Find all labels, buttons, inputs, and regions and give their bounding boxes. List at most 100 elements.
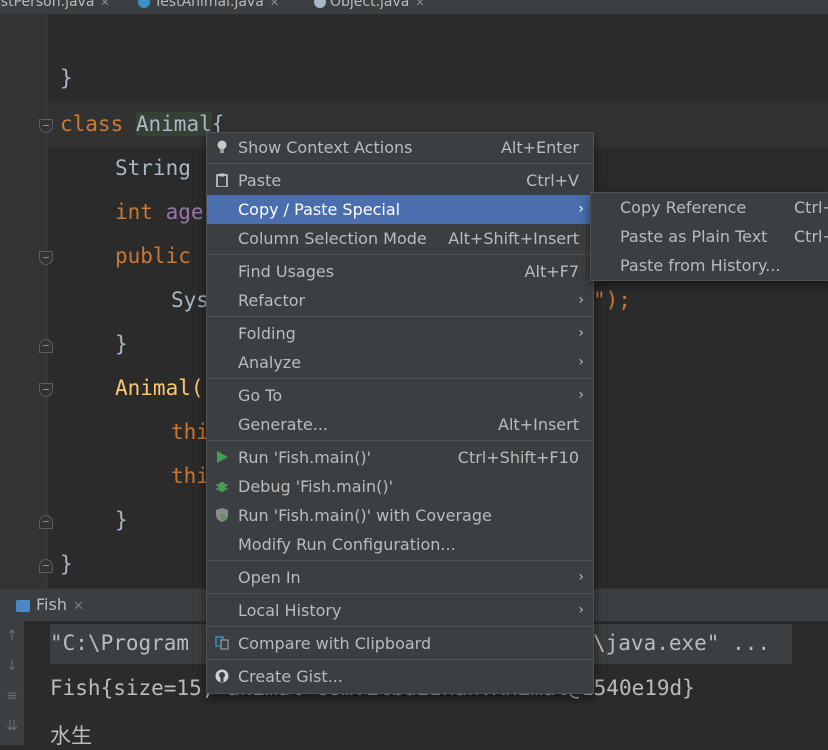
chevron-right-icon: › [578,354,584,370]
console-text: "C:\Program [50,631,190,655]
keyword-token: thi [171,420,209,444]
fold-marker[interactable] [39,339,53,353]
menu-separator [207,254,593,255]
menu-item-shortcut: Ctrl+Shift+F10 [457,448,579,467]
chevron-right-icon: › [578,292,584,308]
menu-item-shortcut: Ctrl+V [526,171,579,190]
fold-marker[interactable] [39,515,53,529]
code-line[interactable]: thi [171,464,209,488]
code-text: } [115,508,128,532]
code-line[interactable]: Animal( [115,376,204,400]
menu-item-analyze[interactable]: Analyze › [207,348,593,377]
arrow-up-icon[interactable]: ↑ [0,621,24,651]
arrow-down-icon[interactable]: ↓ [0,651,24,681]
menu-item-label: Modify Run Configuration... [238,535,456,554]
code-line[interactable]: class Animal{ [60,112,224,136]
run-tab-fish[interactable]: Fish ✕ [8,589,94,621]
menu-item-run[interactable]: Run 'Fish.main()' Ctrl+Shift+F10 [207,443,593,472]
github-icon [215,669,229,683]
menu-item-create-gist[interactable]: Create Gist... [207,662,593,691]
class-name-token: Animal [135,112,212,136]
code-text: "); [593,288,631,312]
menu-item-copy-paste-special[interactable]: Copy / Paste Special › [207,195,593,224]
menu-item-label: Run 'Fish.main()' with Coverage [238,506,492,525]
code-line[interactable]: } [60,552,73,576]
menu-item-run-coverage[interactable]: Run 'Fish.main()' with Coverage [207,501,593,530]
menu-item-modify-run-configuration[interactable]: Modify Run Configuration... [207,530,593,559]
tab-testanimal[interactable]: TestAnimal.java ✕ [138,0,279,14]
fold-marker[interactable] [39,559,53,573]
tab-label: TestPerson.java [0,0,95,10]
scroll-to-end-icon[interactable]: ⇊ [0,711,24,741]
console-text: 水生 [50,724,92,748]
menu-item-folding[interactable]: Folding › [207,319,593,348]
menu-item-label: Analyze [238,353,302,372]
menu-item-label: Go To [238,386,283,405]
menu-item-debug[interactable]: Debug 'Fish.main()' [207,472,593,501]
code-text: Sys [171,288,209,312]
close-icon[interactable]: ✕ [270,0,279,9]
type-token: String [115,156,191,180]
menu-item-local-history[interactable]: Local History › [207,596,593,625]
fold-marker[interactable] [39,383,53,397]
chevron-right-icon: › [578,325,584,341]
tab-testperson[interactable]: TestPerson.java ✕ [0,0,110,14]
menu-separator [207,560,593,561]
keyword-token: thi [171,464,209,488]
code-text: } [60,552,73,576]
chevron-right-icon: › [578,569,584,585]
close-icon[interactable]: ✕ [415,0,424,9]
menu-separator [207,163,593,164]
tab-object[interactable]: Object.java ✕ [314,0,425,14]
menu-item-compare-clipboard[interactable]: Compare with Clipboard [207,629,593,658]
menu-item-refactor[interactable]: Refactor › [207,286,593,315]
code-line[interactable]: int age [115,200,204,224]
menu-item-paste-from-history[interactable]: Paste from History... [591,251,828,280]
menu-item-label: Paste as Plain Text [620,227,768,246]
field-token: age [165,200,204,224]
editor-tab-strip: TestPerson.java ✕ TestAnimal.java ✕ Object… [0,0,828,14]
console-output-line: 水生 [50,720,92,750]
code-line[interactable]: public [115,244,191,268]
code-line-tail[interactable]: "); [593,288,631,312]
constructor-token: Animal( [115,376,204,400]
menu-item-column-selection-mode[interactable]: Column Selection Mode Alt+Shift+Insert [207,224,593,253]
menu-item-paste-plain-text[interactable]: Paste as Plain Text Ctrl+ [591,222,828,251]
copy-paste-special-submenu: Copy Reference Ctrl+ Paste as Plain Text… [590,192,828,281]
menu-item-shortcut: Alt+Insert [498,415,579,434]
menu-item-paste[interactable]: Paste Ctrl+V [207,166,593,195]
menu-item-label: Debug 'Fish.main()' [238,477,394,496]
menu-item-go-to[interactable]: Go To › [207,381,593,410]
close-icon[interactable]: ✕ [73,599,84,614]
menu-item-label: Copy / Paste Special [238,200,401,219]
editor-context-menu: Show Context Actions Alt+Enter Paste Ctr… [206,132,594,694]
fold-marker[interactable] [39,119,53,133]
menu-item-find-usages[interactable]: Find Usages Alt+F7 [207,257,593,286]
menu-item-generate[interactable]: Generate... Alt+Insert [207,410,593,439]
soft-wrap-icon[interactable]: ≡ [0,681,24,711]
keyword-token: int [115,200,153,224]
menu-item-label: Paste [238,171,282,190]
fold-marker[interactable] [39,251,53,265]
keyword-token: class [60,112,124,136]
menu-item-copy-reference[interactable]: Copy Reference Ctrl+ [591,193,828,222]
menu-item-label: Column Selection Mode [238,229,427,248]
close-icon[interactable]: ✕ [100,0,109,9]
editor-gutter[interactable] [0,14,48,588]
menu-item-label: Find Usages [238,262,335,281]
console-command-start: "C:\Program [50,631,189,655]
coverage-shield-icon [216,508,228,522]
code-line[interactable]: Sys [171,288,209,312]
compare-icon [215,636,229,650]
code-line[interactable]: } [115,332,128,356]
code-line[interactable]: thi [171,420,209,444]
menu-item-open-in[interactable]: Open In › [207,563,593,592]
menu-item-label: Open In [238,568,301,587]
menu-item-show-context-actions[interactable]: Show Context Actions Alt+Enter [207,133,593,162]
code-line[interactable]: } [115,508,128,532]
code-line[interactable]: String [115,156,191,180]
code-line[interactable]: } [60,66,73,90]
class-file-icon [314,0,326,8]
menu-separator [207,378,593,379]
menu-item-label: Refactor [238,291,306,310]
